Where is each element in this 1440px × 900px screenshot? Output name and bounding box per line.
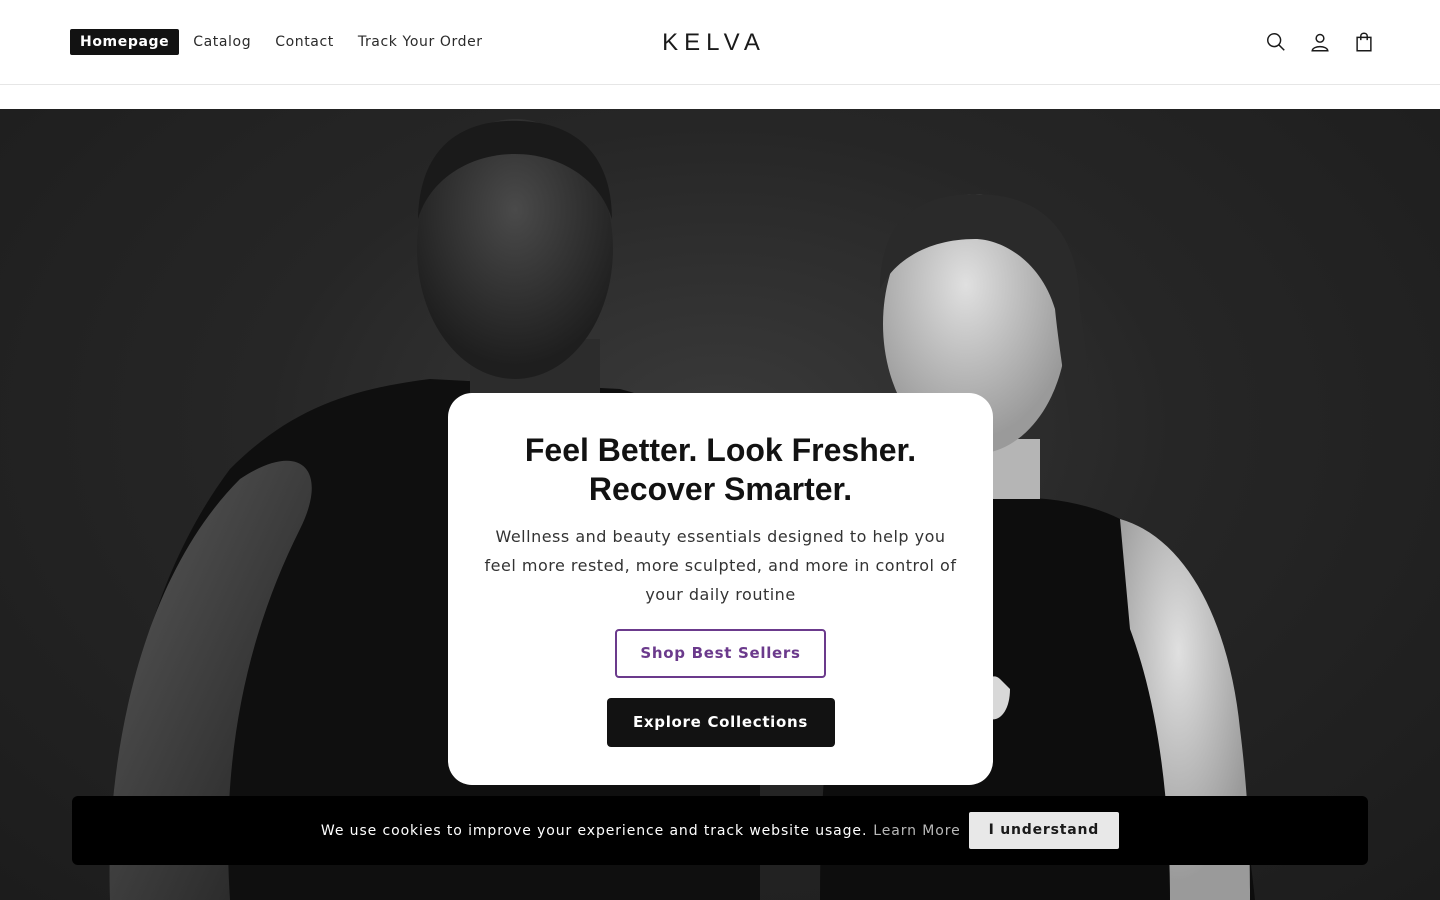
learn-more-link[interactable]: Learn More <box>873 823 960 839</box>
hero-subtitle: Wellness and beauty essentials designed … <box>484 527 957 604</box>
hero-title-line2: Recover Smarter. <box>588 471 853 507</box>
search-icon[interactable] <box>1260 28 1292 56</box>
cookie-text: We use cookies to improve your experienc… <box>320 822 868 839</box>
account-icon[interactable] <box>1304 28 1336 56</box>
site-header: Homepage Catalog Contact Track Your Orde… <box>0 0 1440 85</box>
header-icons <box>1248 28 1380 56</box>
cart-icon[interactable] <box>1348 28 1380 56</box>
hero-section: Feel Better. Look Fresher. Recover Smart… <box>0 109 1440 900</box>
hero-title: Feel Better. Look Fresher. Recover Smart… <box>448 431 993 509</box>
hero-card: Feel Better. Look Fresher. Recover Smart… <box>448 393 993 785</box>
hero-title-line1: Feel Better. Look Fresher. <box>524 432 917 468</box>
shop-best-sellers-button[interactable]: Shop Best Sellers <box>615 629 826 678</box>
accept-cookies-button[interactable]: I understand <box>968 812 1120 849</box>
explore-collections-button[interactable]: Explore Collections <box>606 698 835 747</box>
site-logo[interactable]: KELVA <box>0 28 1428 58</box>
cookie-banner: We use cookies to improve your experienc… <box>72 796 1368 865</box>
